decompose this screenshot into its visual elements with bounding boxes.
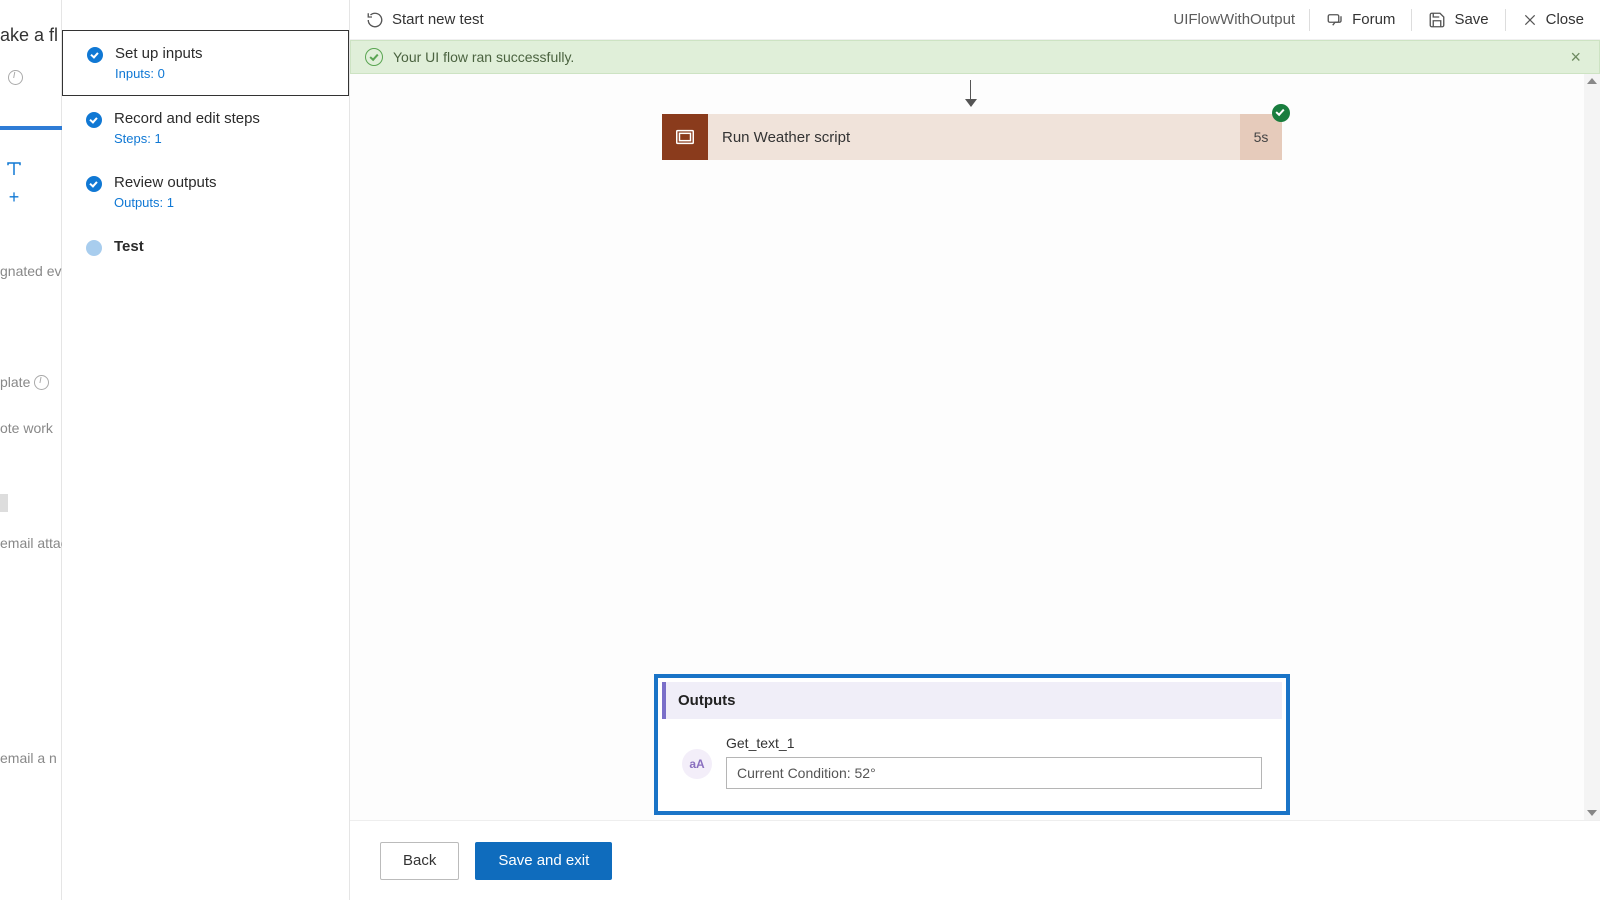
output-value-field[interactable]: [726, 757, 1262, 789]
step-current-icon: [86, 240, 102, 256]
script-icon: [662, 114, 708, 160]
bg-text-5: email a n: [0, 750, 57, 766]
bg-title: ake a fl: [0, 25, 58, 46]
bg-accent-bar: [0, 126, 62, 130]
output-label: Get_text_1: [726, 735, 1262, 751]
bg-text-2: plate: [0, 372, 49, 390]
forum-label: Forum: [1352, 11, 1395, 28]
save-and-exit-button[interactable]: Save and exit: [475, 842, 612, 880]
step-sub: Outputs: 1: [114, 195, 331, 210]
info-icon: [8, 70, 23, 85]
action-card-title: Run Weather script: [708, 129, 1240, 146]
bg-text-4: email attac: [0, 535, 68, 551]
forum-icon: [1326, 11, 1344, 29]
step-test[interactable]: Test: [62, 224, 349, 269]
outputs-heading: Outputs: [662, 682, 1282, 719]
success-banner: Your UI flow ran successfully. ×: [350, 40, 1600, 74]
start-new-test-button[interactable]: Start new test: [350, 11, 484, 29]
step-label: Review outputs: [114, 174, 331, 191]
bg-text-3: ote work: [0, 420, 53, 436]
step-label: Record and edit steps: [114, 110, 331, 127]
banner-message: Your UI flow ran successfully.: [393, 49, 574, 65]
outputs-body: aA Get_text_1: [662, 719, 1282, 807]
step-complete-icon: [86, 112, 102, 128]
text-type-icon: aA: [682, 749, 712, 779]
step-label: Set up inputs: [115, 45, 330, 62]
refresh-icon: [366, 11, 384, 29]
steps-sidebar: Set up inputs Inputs: 0 Record and edit …: [62, 0, 350, 900]
action-card-run-script[interactable]: Run Weather script 5s: [662, 114, 1282, 160]
save-icon: [1428, 11, 1446, 29]
flow-canvas[interactable]: Run Weather script 5s Outputs aA Get_tex…: [350, 74, 1600, 820]
save-button[interactable]: Save: [1412, 11, 1504, 29]
forum-button[interactable]: Forum: [1310, 11, 1411, 29]
close-button[interactable]: Close: [1506, 11, 1600, 28]
background-partial-panel: ake a fl + gnated even plate ote work em…: [0, 0, 62, 900]
save-label: Save: [1454, 11, 1488, 28]
scroll-up-icon: [1587, 78, 1597, 84]
flow-name: UIFlowWithOutput: [1159, 11, 1309, 28]
step-complete-icon: [87, 47, 103, 63]
scroll-down-icon: [1587, 810, 1597, 816]
outputs-panel: Outputs aA Get_text_1: [654, 674, 1290, 815]
step-sub: Steps: 1: [114, 131, 331, 146]
back-label: Back: [403, 852, 436, 869]
step-setup-inputs[interactable]: Set up inputs Inputs: 0: [62, 30, 349, 96]
banner-close-button[interactable]: ×: [1566, 47, 1585, 68]
back-button[interactable]: Back: [380, 842, 459, 880]
footer-bar: Back Save and exit: [350, 820, 1600, 900]
step-complete-icon: [86, 176, 102, 192]
success-badge-icon: [1272, 104, 1290, 122]
step-review-outputs[interactable]: Review outputs Outputs: 1: [62, 160, 349, 224]
close-label: Close: [1546, 11, 1584, 28]
top-bar: Start new test UIFlowWithOutput Forum Sa…: [350, 0, 1600, 40]
main-region: Start new test UIFlowWithOutput Forum Sa…: [350, 0, 1600, 900]
bg-icon-block: +: [5, 160, 23, 208]
vertical-scrollbar[interactable]: [1584, 74, 1600, 820]
step-record-edit[interactable]: Record and edit steps Steps: 1: [62, 96, 349, 160]
flow-arrow-icon: [970, 80, 971, 106]
step-sub: Inputs: 0: [115, 66, 330, 81]
success-check-icon: [365, 48, 383, 66]
save-exit-label: Save and exit: [498, 852, 589, 869]
info-icon: [34, 375, 49, 390]
close-icon: [1522, 12, 1538, 28]
bg-grey-box: [0, 494, 8, 512]
start-new-test-label: Start new test: [392, 11, 484, 28]
step-label: Test: [114, 238, 331, 255]
